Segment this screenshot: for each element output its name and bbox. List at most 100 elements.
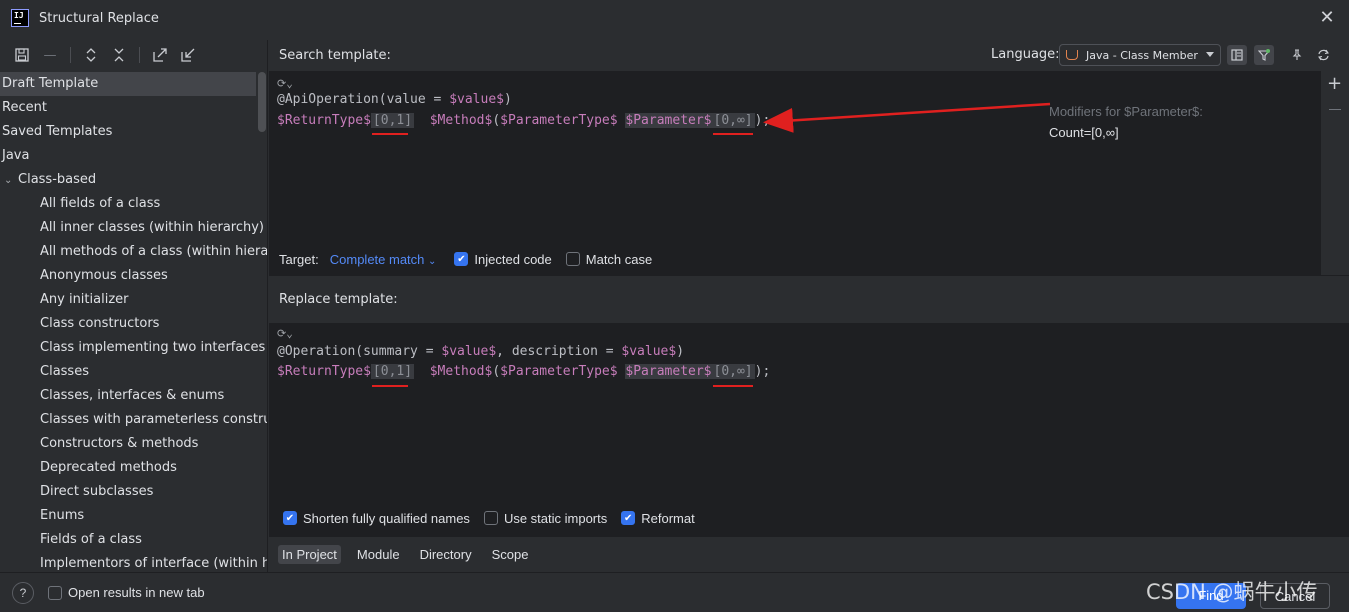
shorten-names-option[interactable]: ✔ Shorten fully qualified names	[283, 511, 470, 526]
sidebar-item-label: Deprecated methods	[40, 460, 177, 475]
scope-tab[interactable]: In Project	[278, 545, 341, 564]
pin-icon[interactable]	[1287, 45, 1307, 65]
scope-tab[interactable]: Module	[353, 545, 404, 564]
sidebar-item-label: All fields of a class	[40, 196, 161, 211]
sidebar-item[interactable]: Saved Templates	[0, 120, 267, 144]
language-select[interactable]: Java - Class Member	[1059, 44, 1221, 66]
sidebar-vertical-scrollbar[interactable]	[258, 72, 266, 132]
filter-icon[interactable]	[1254, 45, 1274, 65]
match-case-option[interactable]: Match case	[565, 251, 653, 267]
scope-tabs: In Project Module Directory Scope	[269, 537, 1349, 572]
sidebar-item[interactable]: Fields of a class	[0, 528, 267, 552]
add-icon[interactable]: +	[1327, 75, 1342, 93]
sidebar-item-label: Recent	[2, 100, 47, 115]
remove-icon[interactable]: —	[42, 47, 58, 63]
variable-parameter[interactable]: $Parameter$	[625, 113, 712, 128]
count-badge-parameter[interactable]: [0,∞]	[711, 113, 755, 128]
scope-tab[interactable]: Scope	[488, 545, 533, 564]
variable-return-type[interactable]: $ReturnType$	[277, 364, 371, 379]
search-code-line-1: @ApiOperation(value = $value$)	[277, 90, 512, 110]
toolbar-divider	[70, 47, 71, 63]
variable-value[interactable]: $value$	[621, 344, 676, 359]
chevron-down-icon[interactable]: ⌄	[4, 169, 18, 192]
count-badge-return-type[interactable]: [0,1]	[370, 364, 415, 379]
sidebar-item-label: Class implementing two interfaces	[40, 340, 266, 355]
injected-code-option[interactable]: ✔ Injected code	[454, 252, 552, 267]
target-options-row: Target: Complete match ⌄ ✔ Injected code …	[269, 243, 1321, 275]
sidebar-item[interactable]: All methods of a class (within hierarc	[0, 240, 268, 264]
match-case-checkbox[interactable]	[565, 252, 580, 266]
sidebar-item[interactable]: Classes	[0, 360, 267, 384]
open-new-tab-option[interactable]: Open results in new tab	[48, 585, 205, 600]
sidebar-item[interactable]: All fields of a class	[0, 192, 267, 216]
variable-parameter[interactable]: $Parameter$	[625, 364, 712, 379]
injected-code-checkbox[interactable]: ✔	[454, 252, 469, 266]
export-icon[interactable]	[152, 47, 168, 63]
search-code-line-2: $ReturnType$ [0,1] $Method$($ParameterTyp…	[277, 111, 770, 131]
close-icon[interactable]: ✕	[1317, 8, 1337, 28]
remove-icon[interactable]	[1329, 109, 1341, 110]
import-icon[interactable]	[180, 47, 196, 63]
variable-parameter-type[interactable]: $ParameterType$	[500, 364, 617, 379]
variable-method[interactable]: $Method$	[430, 364, 493, 379]
sidebar-item[interactable]: Recent	[0, 96, 267, 120]
variable-method[interactable]: $Method$	[430, 113, 493, 128]
sidebar-item[interactable]: ⌄ Class-based	[0, 168, 267, 192]
toolbar-divider	[139, 47, 140, 63]
sidebar-item[interactable]: Implementors of interface (within hie	[0, 552, 267, 572]
reformat-option[interactable]: ✔ Reformat	[621, 510, 695, 526]
language-label: Language:	[991, 47, 1060, 62]
search-template-editor[interactable]: ⟳⌄ @ApiOperation(value = $value$) $Retur…	[269, 71, 1321, 243]
target-dropdown[interactable]: Complete match ⌄	[330, 252, 437, 267]
fold-icon[interactable]: ⟳⌄	[277, 327, 293, 340]
sidebar-item-label: Anonymous classes	[40, 268, 168, 283]
fold-icon[interactable]: ⟳⌄	[277, 77, 293, 90]
sidebar-item[interactable]: Any initializer	[0, 288, 267, 312]
code-text: , description =	[496, 344, 622, 359]
layout-toggle-icon[interactable]	[1227, 45, 1247, 65]
sidebar-item[interactable]: Class constructors	[0, 312, 267, 336]
variable-parameter-type[interactable]: $ParameterType$	[500, 113, 617, 128]
reformat-checkbox[interactable]: ✔	[621, 511, 636, 525]
variable-value[interactable]: $value$	[449, 92, 504, 107]
count-badge-return-type[interactable]: [0,1]	[370, 113, 415, 128]
sidebar-item[interactable]: Classes with parameterless construc	[0, 408, 267, 432]
sidebar-item[interactable]: Draft Template	[0, 72, 256, 96]
sidebar-item[interactable]: Class implementing two interfaces	[0, 336, 267, 360]
replace-options-row: ✔ Shorten fully qualified names Use stati…	[269, 502, 1349, 534]
replace-template-editor[interactable]: ⟳⌄ @Operation(summary = $value$, descrip…	[269, 323, 1349, 523]
static-imports-checkbox[interactable]	[483, 511, 498, 525]
template-sidebar: — Draft Template Recent Saved Templates Jav…	[0, 40, 268, 572]
scope-tab[interactable]: Directory	[416, 545, 476, 564]
match-case-label: Match case	[585, 251, 653, 267]
variable-return-type[interactable]: $ReturnType$	[277, 113, 371, 128]
sidebar-item[interactable]: Constructors & methods	[0, 432, 267, 456]
sidebar-item[interactable]: Anonymous classes	[0, 264, 267, 288]
sidebar-item-label: All methods of a class (within hierarc	[40, 244, 268, 259]
open-new-tab-label: Open results in new tab	[68, 585, 205, 600]
refresh-icon[interactable]	[1313, 45, 1333, 65]
main-panel: Search template: Language: Java - Class …	[269, 40, 1349, 572]
static-imports-option[interactable]: Use static imports	[483, 511, 607, 526]
sidebar-item[interactable]: Java	[0, 144, 267, 168]
sidebar-item[interactable]: Deprecated methods	[0, 456, 267, 480]
replace-template-header: Replace template:	[269, 275, 1349, 323]
code-text: (	[492, 113, 501, 128]
help-button[interactable]: ?	[12, 581, 34, 604]
sidebar-item[interactable]: Classes, interfaces & enums	[0, 384, 267, 408]
sidebar-item[interactable]: Enums	[0, 504, 267, 528]
modifiers-label: Modifiers for $Parameter$:	[1049, 104, 1203, 119]
shorten-names-checkbox[interactable]: ✔	[283, 511, 297, 525]
expand-all-icon[interactable]	[83, 47, 99, 63]
variable-value[interactable]: $value$	[441, 344, 496, 359]
red-underline-mark	[372, 133, 408, 135]
code-text: );	[754, 113, 771, 128]
replace-code-line-2: $ReturnType$ [0,1] $Method$($ParameterTyp…	[277, 362, 770, 382]
save-template-icon[interactable]	[14, 47, 30, 63]
sidebar-item[interactable]: Direct subclasses	[0, 480, 267, 504]
sidebar-item[interactable]: All inner classes (within hierarchy)	[0, 216, 267, 240]
reformat-label: Reformat	[641, 510, 695, 526]
count-badge-parameter[interactable]: [0,∞]	[711, 364, 755, 379]
open-new-tab-checkbox[interactable]	[48, 585, 62, 600]
collapse-all-icon[interactable]	[111, 47, 127, 63]
